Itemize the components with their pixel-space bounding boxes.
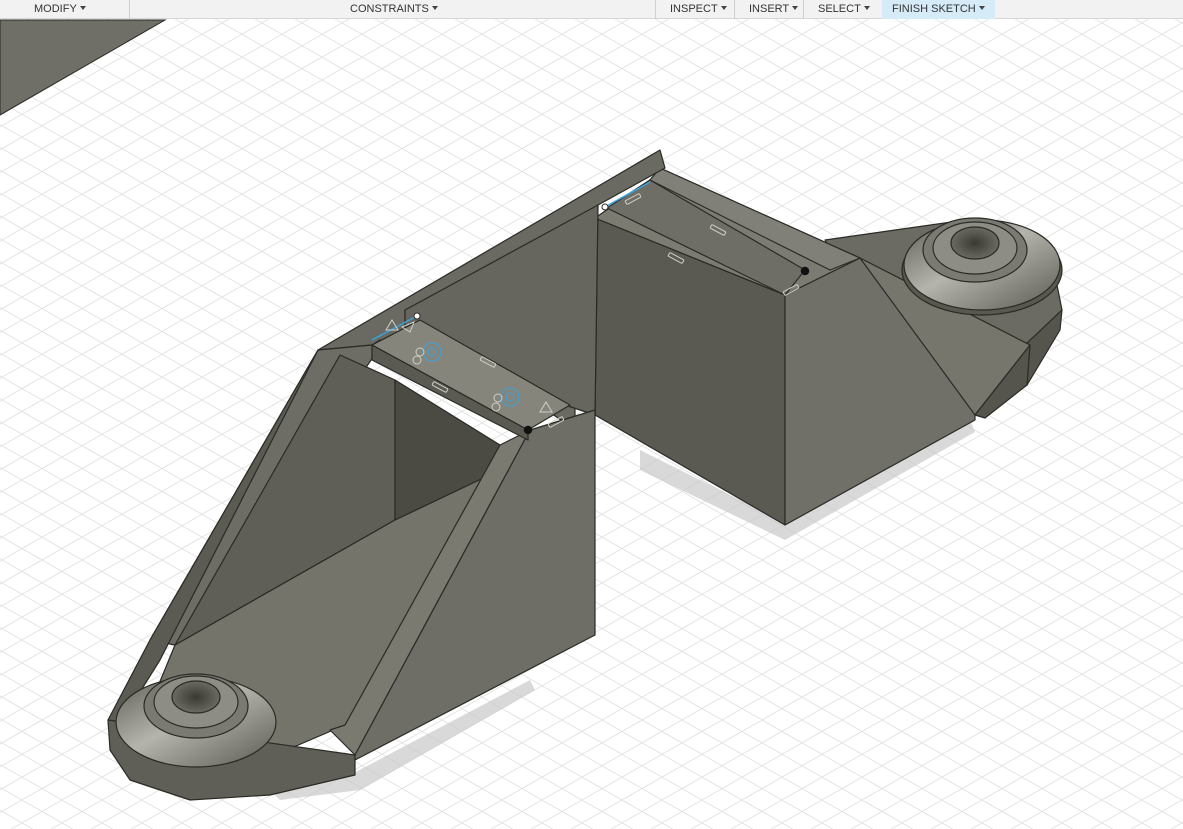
- toolbar-divider: [129, 0, 130, 19]
- modify-menu-button[interactable]: MODIFY: [34, 0, 86, 19]
- constraints-menu-button[interactable]: CONSTRAINTS: [350, 0, 438, 19]
- finish-sketch-label: FINISH SKETCH: [892, 3, 976, 15]
- toolbar-divider: [803, 0, 804, 19]
- chevron-down-icon: [720, 6, 727, 10]
- chevron-down-icon: [79, 6, 86, 10]
- constraints-label: CONSTRAINTS: [350, 3, 429, 15]
- sketch-toolbar: MODIFY CONSTRAINTS INSPECT INSERT SELECT…: [0, 0, 1183, 19]
- inspect-label: INSPECT: [670, 3, 718, 15]
- finish-sketch-button[interactable]: FINISH SKETCH: [882, 0, 995, 19]
- toolbar-divider: [734, 0, 735, 19]
- insert-menu-button[interactable]: INSERT: [749, 0, 799, 19]
- modify-label: MODIFY: [34, 3, 77, 15]
- chevron-down-icon: [792, 6, 799, 10]
- canvas-viewport[interactable]: [0, 0, 1183, 829]
- select-label: SELECT: [818, 3, 861, 15]
- select-menu-button[interactable]: SELECT: [818, 0, 870, 19]
- chevron-down-icon: [431, 6, 438, 10]
- inspect-menu-button[interactable]: INSPECT: [670, 0, 727, 19]
- insert-label: INSERT: [749, 3, 790, 15]
- chevron-down-icon: [863, 6, 870, 10]
- toolbar-divider: [655, 0, 656, 19]
- chevron-down-icon: [978, 6, 985, 10]
